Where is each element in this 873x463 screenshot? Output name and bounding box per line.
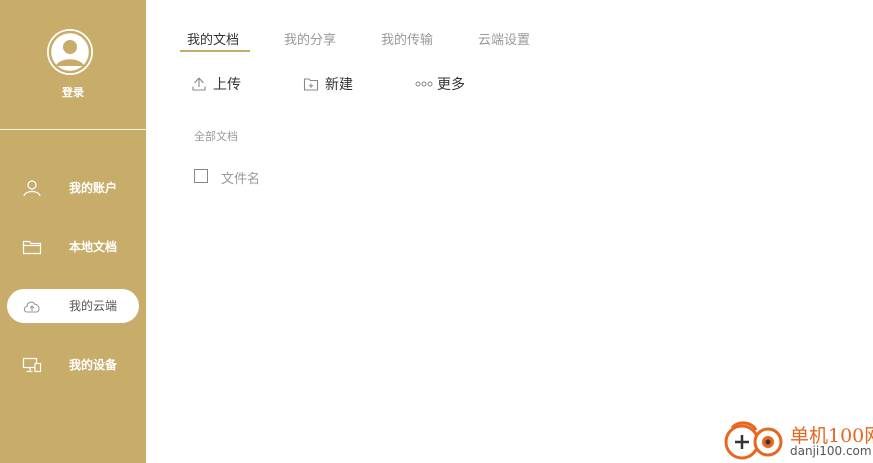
tab-my-docs[interactable]: 我的文档	[187, 29, 239, 51]
active-tab-indicator	[180, 50, 250, 52]
user-avatar-icon	[48, 30, 92, 74]
avatar[interactable]	[47, 29, 93, 75]
sidebar-item-label: 我的设备	[69, 358, 118, 372]
login-link[interactable]: 登录	[0, 84, 146, 100]
tab-my-shares[interactable]: 我的分享	[284, 29, 336, 51]
sidebar-item-my-cloud[interactable]: 我的云端	[7, 289, 139, 323]
sidebar-item-my-account[interactable]: 我的账户	[7, 171, 139, 205]
upload-button[interactable]: 上传	[191, 74, 241, 94]
new-label: 新建	[325, 77, 353, 93]
sidebar-item-my-devices[interactable]: 我的设备	[7, 348, 139, 382]
devices-icon	[22, 357, 42, 373]
folder-icon	[22, 240, 42, 255]
upload-icon	[192, 77, 206, 91]
select-all-checkbox[interactable]	[194, 169, 208, 183]
column-header-filename[interactable]: 文件名	[221, 168, 260, 187]
tab-cloud-settings[interactable]: 云端设置	[478, 29, 530, 51]
new-folder-icon	[303, 78, 319, 91]
new-button[interactable]: 新建	[303, 74, 353, 94]
watermark-logo-icon	[724, 421, 783, 460]
sidebar: 登录 我的账户 本地文档 我的云端 我的设备	[0, 0, 146, 463]
watermark-url: danji100.com	[790, 444, 872, 458]
sidebar-divider	[0, 129, 146, 130]
sidebar-item-label: 我的账户	[69, 181, 118, 195]
watermark: 单机100网 danji100.com	[722, 418, 873, 462]
user-icon	[23, 180, 41, 197]
more-label: 更多	[437, 77, 465, 93]
more-dots-icon	[415, 81, 433, 87]
tab-my-transfers[interactable]: 我的传输	[381, 29, 433, 51]
sidebar-item-label: 我的云端	[69, 299, 118, 313]
breadcrumb[interactable]: 全部文档	[194, 128, 238, 144]
upload-label: 上传	[213, 77, 241, 93]
sidebar-item-local-docs[interactable]: 本地文档	[7, 230, 139, 264]
cloud-upload-icon	[23, 301, 40, 313]
sidebar-item-label: 本地文档	[69, 240, 118, 254]
more-button[interactable]: 更多	[415, 74, 465, 94]
